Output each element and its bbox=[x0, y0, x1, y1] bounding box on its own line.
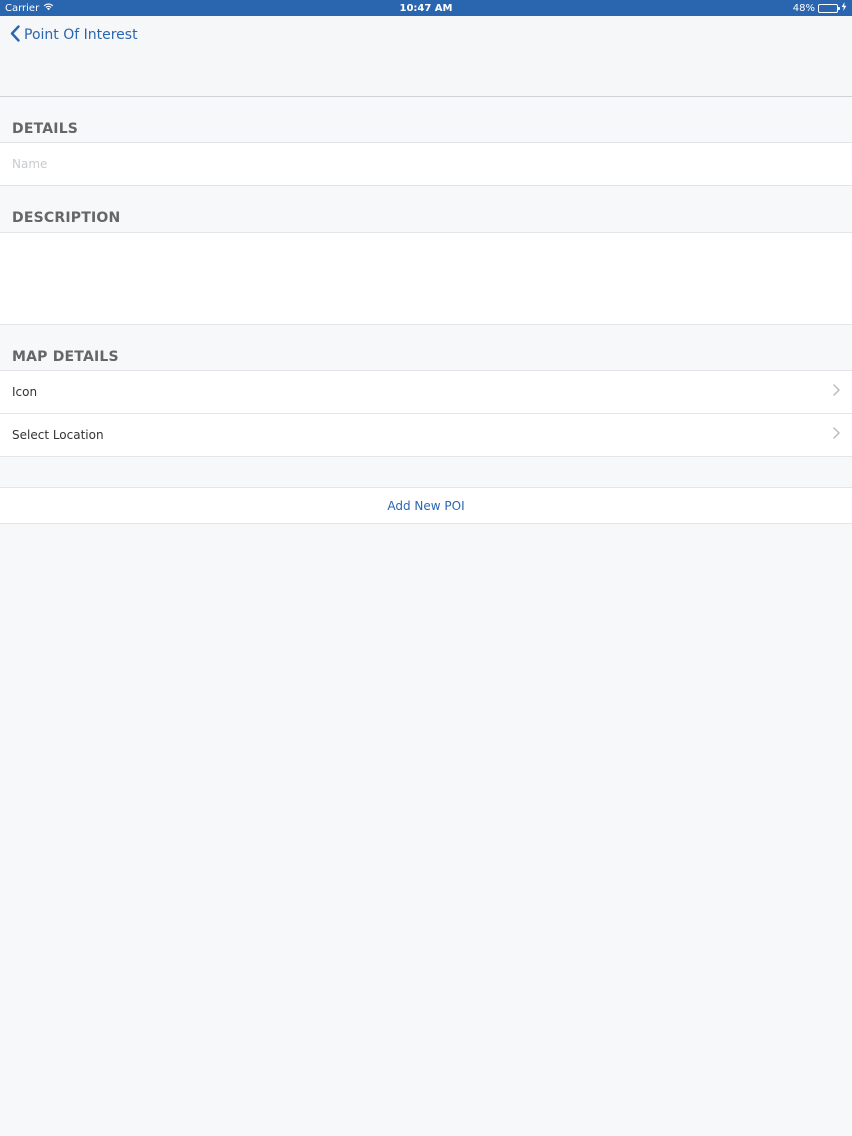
bolt-icon bbox=[841, 2, 847, 14]
name-row bbox=[0, 142, 852, 186]
name-input[interactable] bbox=[0, 143, 852, 185]
select-location-label: Select Location bbox=[12, 428, 104, 442]
description-header: DESCRIPTION bbox=[12, 210, 121, 226]
chevron-right-icon bbox=[833, 384, 840, 400]
back-label: Point Of Interest bbox=[24, 27, 138, 43]
battery-icon bbox=[818, 3, 840, 13]
select-location-row[interactable]: Select Location bbox=[0, 413, 852, 457]
chevron-left-icon bbox=[10, 24, 20, 46]
description-input[interactable] bbox=[0, 233, 852, 324]
battery-percent: 48% bbox=[792, 2, 815, 14]
icon-row[interactable]: Icon bbox=[0, 370, 852, 414]
map-details-header: MAP DETAILS bbox=[12, 349, 119, 365]
chevron-right-icon bbox=[833, 427, 840, 443]
details-header: DETAILS bbox=[12, 121, 79, 137]
add-new-poi-button[interactable]: Add New POI bbox=[0, 487, 852, 524]
back-button[interactable]: Point Of Interest bbox=[10, 24, 138, 46]
navigation-bar: Point Of Interest bbox=[0, 16, 852, 97]
clock: 10:47 AM bbox=[399, 2, 453, 14]
icon-row-label: Icon bbox=[12, 385, 38, 399]
add-new-poi-label: Add New POI bbox=[387, 498, 465, 513]
status-right: 48% bbox=[793, 0, 847, 16]
description-row bbox=[0, 232, 852, 325]
status-bar: Carrier 10:47 AM 48% bbox=[0, 0, 852, 16]
